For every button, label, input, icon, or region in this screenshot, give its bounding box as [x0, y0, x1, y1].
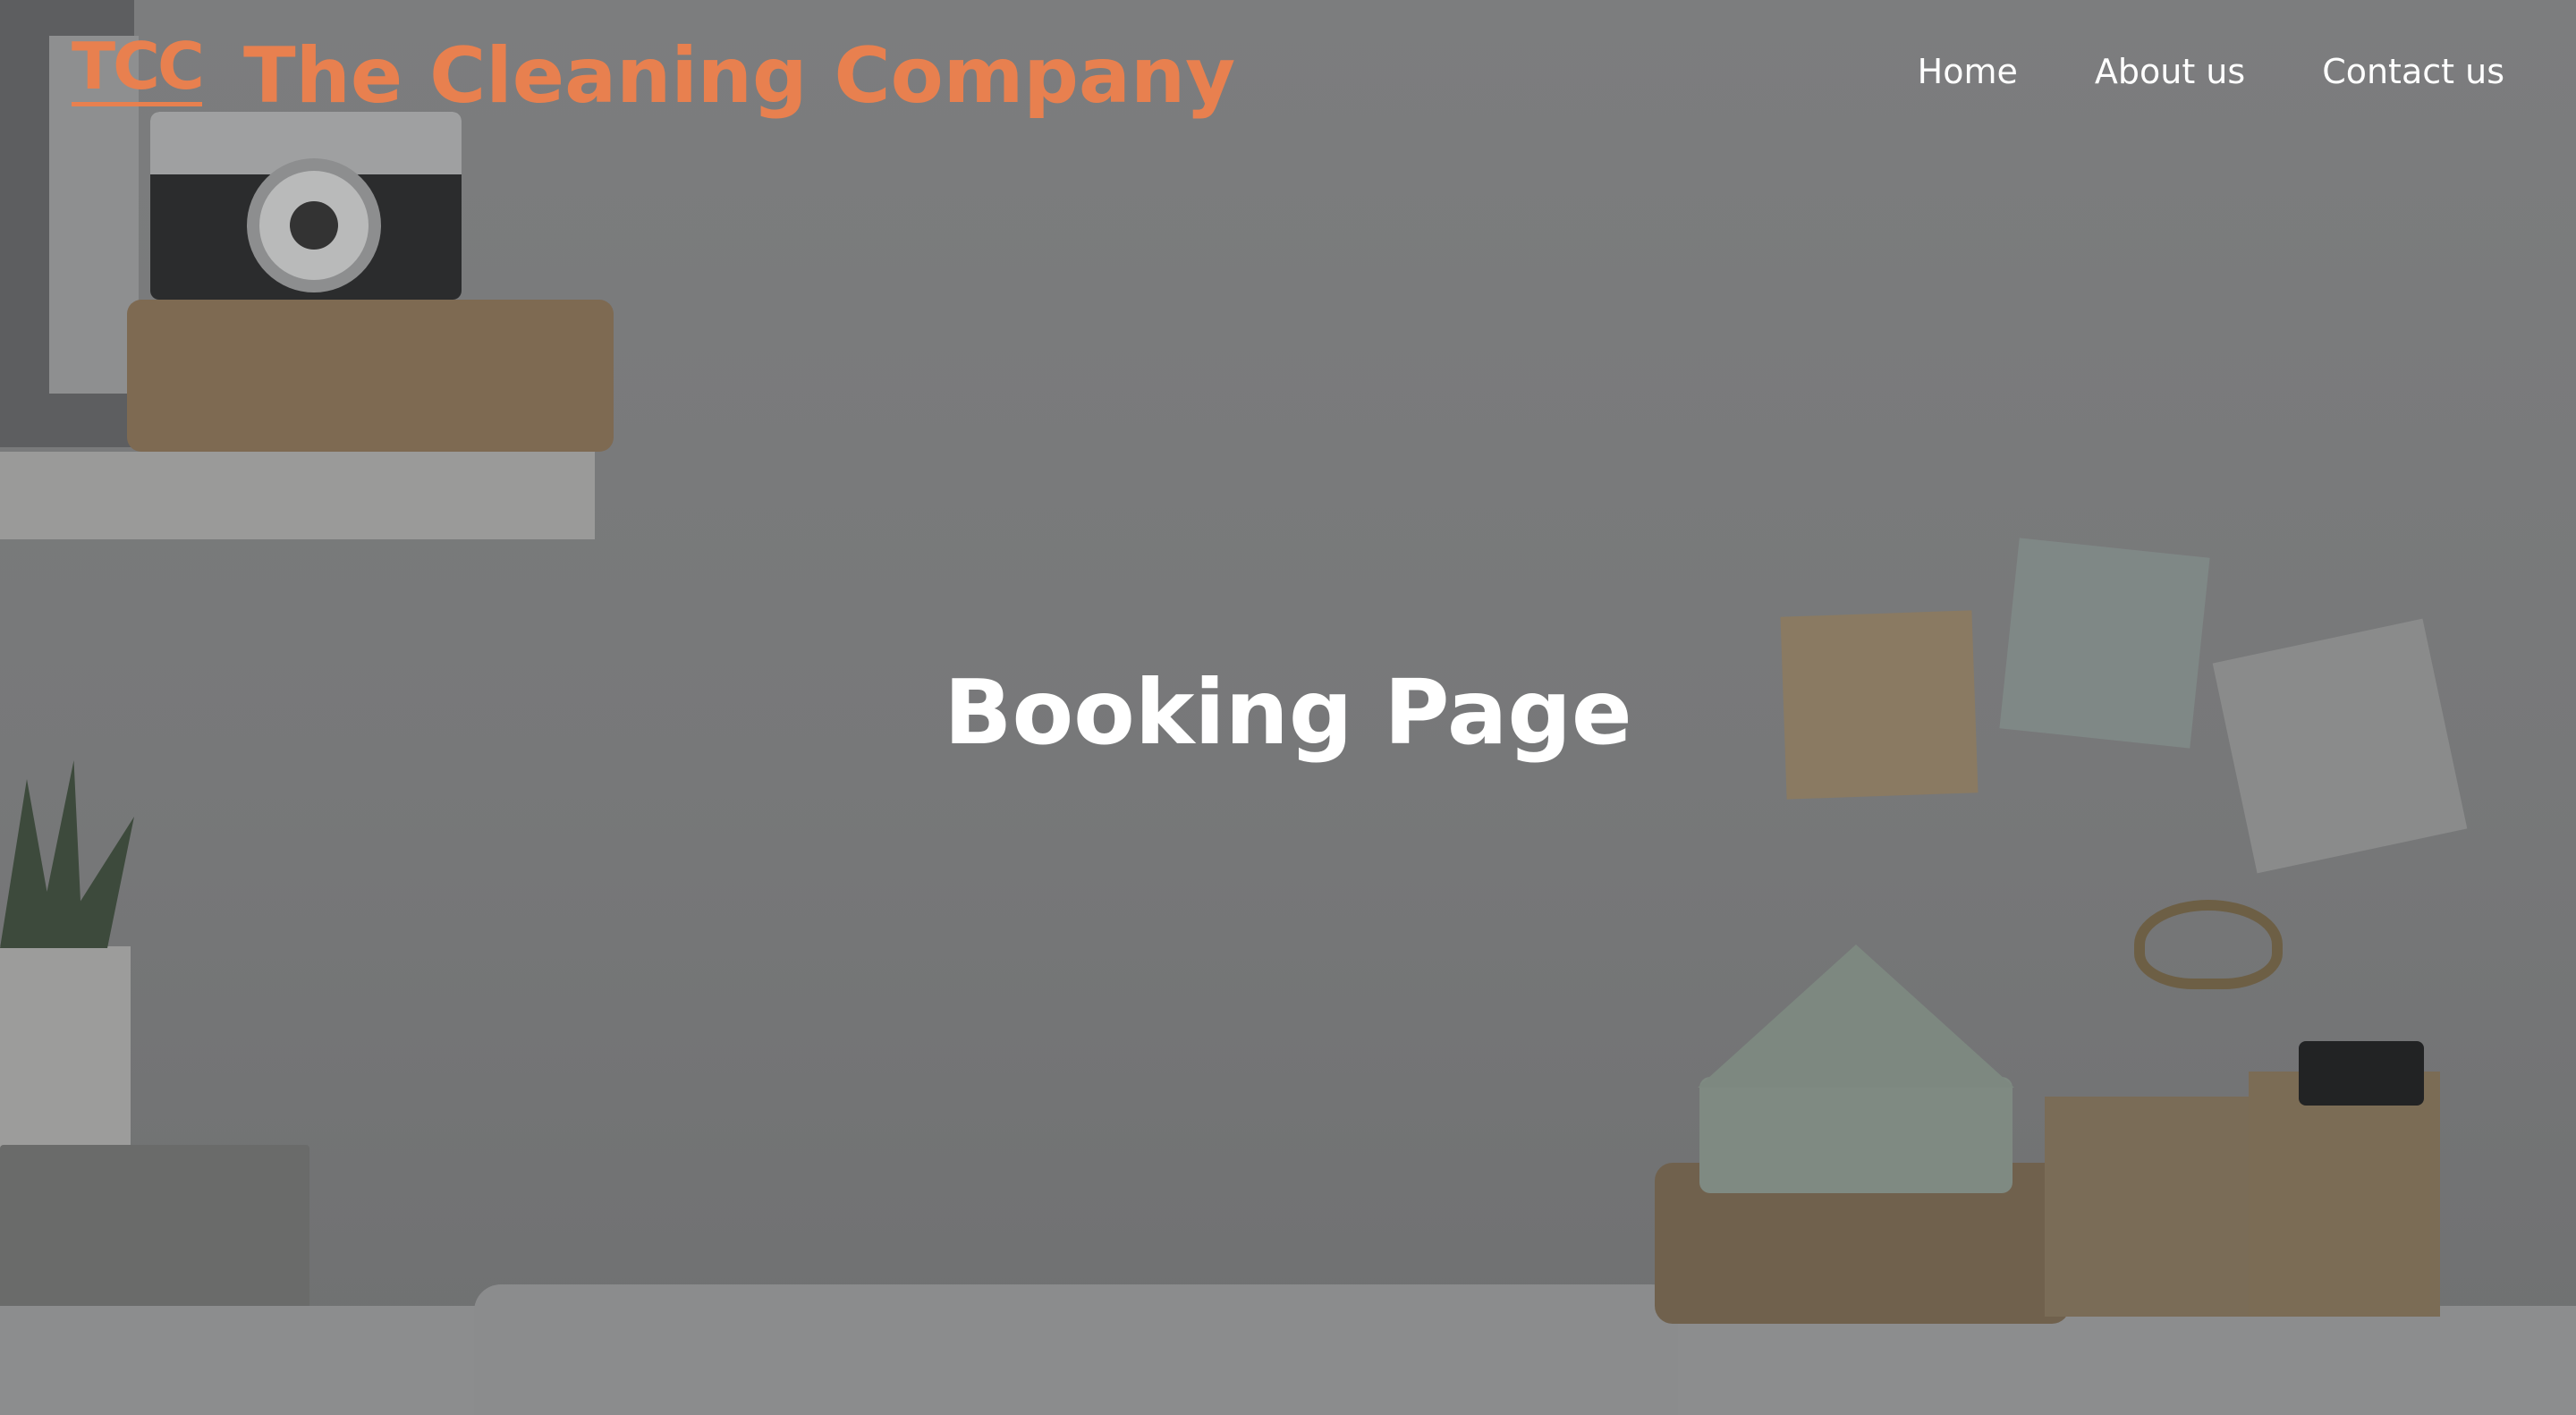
main-nav: Home About us Contact us [1918, 52, 2504, 91]
logo[interactable]: TCC [72, 34, 205, 106]
green-container-decoration [1699, 1077, 2012, 1193]
label-decoration [2299, 1041, 2424, 1106]
brand-name[interactable]: The Cleaning Company [243, 30, 1235, 123]
nav-link-about-us[interactable]: About us [2095, 52, 2245, 91]
plant-leaves-decoration [0, 760, 134, 948]
plant-pot-decoration [0, 946, 131, 1170]
shelf-decoration [0, 452, 595, 539]
nav-link-home[interactable]: Home [1918, 52, 2018, 91]
nav-link-contact-us[interactable]: Contact us [2322, 52, 2504, 91]
scissors-decoration [2134, 900, 2283, 989]
laptop-decoration [474, 1284, 1678, 1415]
page-title: Booking Page [944, 660, 1632, 765]
site-header: TCC The Cleaning Company Home About us C… [0, 0, 2576, 152]
green-lid-decoration [1698, 945, 2014, 1088]
cork-box-decoration [127, 300, 614, 452]
pencil-holder-decoration [2045, 1097, 2249, 1317]
pencil-holder-decoration [2249, 1072, 2440, 1317]
